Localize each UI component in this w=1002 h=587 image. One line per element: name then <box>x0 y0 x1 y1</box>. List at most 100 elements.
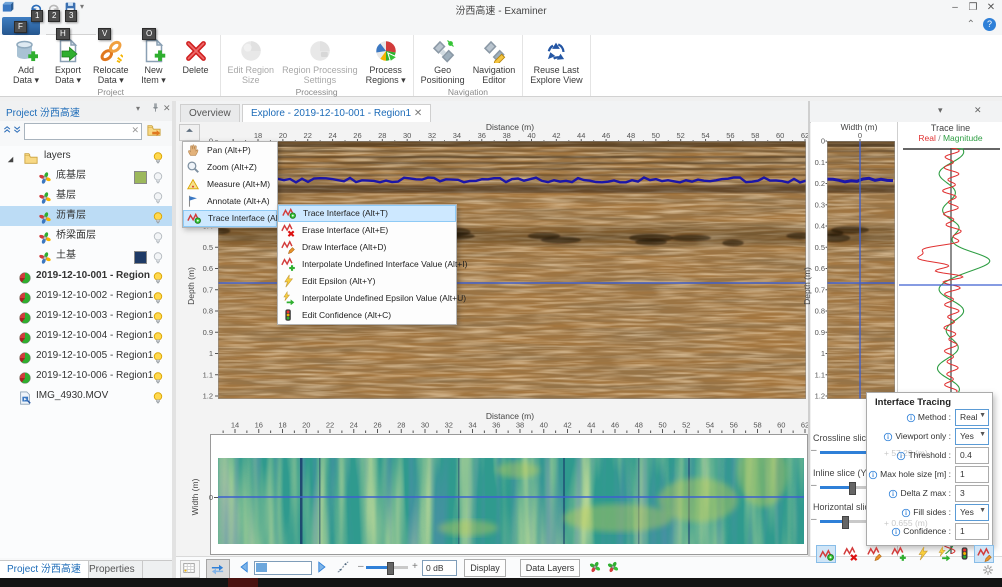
view-menu-anchor[interactable] <box>179 124 200 141</box>
sidebar-splitter[interactable] <box>172 101 176 578</box>
slider-decrease[interactable]: – <box>811 445 817 456</box>
menu-item-draw-interface-alt-d[interactable]: Draw Interface (Alt+D) <box>278 239 456 256</box>
swap-view-button[interactable] <box>206 559 230 579</box>
panel-close-icon[interactable]: ✕ <box>163 103 171 114</box>
gain-increase[interactable]: + <box>412 561 418 572</box>
bulb-off-icon[interactable] <box>151 251 165 265</box>
menu-item-edit-epsilon-alt-y[interactable]: Edit Epsilon (Alt+Y) <box>278 273 456 290</box>
crossline-canvas[interactable] <box>827 141 895 399</box>
bulb-on-icon[interactable] <box>151 291 165 305</box>
open-folder-icon[interactable] <box>147 123 161 137</box>
tree-item-2019-12-10-001-region[interactable]: 2019-12-10-001 - Region <box>0 266 172 286</box>
tool-confidence-button[interactable] <box>955 545 975 563</box>
gain-curve-icon[interactable] <box>336 560 350 574</box>
bulb-on-icon[interactable] <box>151 271 165 285</box>
data-layers-button[interactable]: Data Layers <box>520 559 580 577</box>
menu-item-measure-alt-m[interactable]: Measure (Alt+M) <box>183 176 277 193</box>
tree-item-基层[interactable]: 基层 <box>0 186 172 206</box>
color-swatch[interactable] <box>134 251 147 264</box>
tool-epsilon-interpolate-button[interactable] <box>934 545 954 563</box>
visibility-bulb[interactable] <box>151 389 165 409</box>
tab-overview[interactable]: Overview <box>180 104 240 123</box>
it-input-delta-z-max[interactable]: 3 <box>955 485 989 502</box>
pin-icon[interactable] <box>150 102 161 113</box>
tree-item-2019-12-10-004-region1[interactable]: 2019-12-10-004 - Region1 <box>0 326 172 346</box>
new-item-button[interactable]: NewItem ▾ <box>133 36 175 86</box>
arrow-right-icon[interactable] <box>314 560 328 574</box>
layer-pinwheel-icon[interactable] <box>606 560 620 574</box>
gain-decrease[interactable]: – <box>358 561 364 572</box>
export-data-button[interactable]: ExportData ▾ <box>47 36 89 86</box>
scrollbar-thumb[interactable] <box>256 563 267 572</box>
slider-decrease[interactable]: – <box>811 514 817 525</box>
bulb-on-icon[interactable] <box>151 391 165 405</box>
geo-positioning-button[interactable]: GeoPositioning <box>417 36 469 86</box>
clear-search-icon[interactable]: ✕ <box>131 125 139 136</box>
menu-item-edit-confidence-alt-c[interactable]: Edit Confidence (Alt+C) <box>278 307 456 324</box>
add-data-button[interactable]: AddData ▾ <box>5 36 47 86</box>
tree-item-layers[interactable]: layers <box>0 146 172 166</box>
search-input[interactable]: ✕ <box>24 123 142 140</box>
menu-item-pan-alt-p[interactable]: Pan (Alt+P) <box>183 142 277 159</box>
tab-explore[interactable]: Explore - 2019-12-10-001 - Region1 ✕ <box>242 104 431 123</box>
caret-expanded-icon[interactable] <box>5 154 16 165</box>
bulb-off-icon[interactable] <box>151 191 165 205</box>
tool-trace-draw-button[interactable] <box>865 545 885 563</box>
menu-item-interpolate-undefined-epsilon-value-alt-u[interactable]: Interpolate Undefined Epsilon Value (Alt… <box>278 290 456 307</box>
bulb-on-icon[interactable] <box>151 311 165 325</box>
layer-toggle-b-icon[interactable] <box>606 560 620 574</box>
it-input-confidence[interactable]: 1 <box>955 523 989 540</box>
scroll-right-button[interactable] <box>314 560 328 574</box>
dropdown-arrow-icon[interactable]: ▼ <box>979 431 986 438</box>
chev-down2-icon[interactable] <box>13 124 24 135</box>
delete-button[interactable]: Delete <box>175 36 217 86</box>
gain-db-input[interactable]: 0 dB <box>422 560 457 576</box>
viewgroup-close-icon[interactable]: ✕ <box>974 105 982 116</box>
grid-select-button[interactable] <box>180 560 200 578</box>
tree-item-桥梁面层[interactable]: 桥梁面层 <box>0 226 172 246</box>
settings-gear-icon[interactable] <box>982 564 994 576</box>
expand-all-icon[interactable] <box>13 124 24 135</box>
menu-item-zoom-alt-z[interactable]: Zoom (Alt+Z) <box>183 159 277 176</box>
bulb-off-icon[interactable] <box>151 171 165 185</box>
tree-item-2019-12-10-002-region1[interactable]: 2019-12-10-002 - Region1 <box>0 286 172 306</box>
gain-slider-handle[interactable] <box>387 562 394 575</box>
tool-trace-draw-button[interactable] <box>974 545 994 563</box>
arrow-left-icon[interactable] <box>238 560 252 574</box>
process-regions-button[interactable]: ProcessRegions ▾ <box>362 36 410 86</box>
scroll-left-button[interactable] <box>238 560 252 574</box>
tab-project[interactable]: Project 汾西高速 <box>0 561 89 578</box>
bulb-on-icon[interactable] <box>151 151 165 165</box>
bulb-on-icon[interactable] <box>151 211 165 225</box>
layer-pinwheel-icon[interactable] <box>588 560 602 574</box>
bulb-on-icon[interactable] <box>151 371 165 385</box>
menu-item-interpolate-undefined-interface-value-alt-i[interactable]: Interpolate Undefined Interface Value (A… <box>278 256 456 273</box>
tree-item-沥青层[interactable]: 沥青层 <box>0 206 172 226</box>
slider-decrease[interactable]: – <box>811 480 817 491</box>
tree-item-底基层[interactable]: 底基层 <box>0 166 172 186</box>
menu-item-trace-interface-alt-t[interactable]: Trace Interface (Alt+T) <box>278 205 456 222</box>
it-select-viewport-only[interactable]: Yes▼ <box>955 428 989 445</box>
bulb-on-icon[interactable] <box>151 351 165 365</box>
tool-trace-erase-button[interactable] <box>841 545 861 563</box>
help-icon[interactable]: ? <box>983 18 996 31</box>
gear-icon[interactable] <box>982 564 994 576</box>
bulb-off-icon[interactable] <box>151 231 165 245</box>
color-swatch[interactable] <box>134 171 147 184</box>
tree-item-2019-12-10-005-region1[interactable]: 2019-12-10-005 - Region1 <box>0 346 172 366</box>
relocate-data-button[interactable]: RelocateData ▾ <box>89 36 133 86</box>
tree-item-2019-12-10-006-region1[interactable]: 2019-12-10-006 - Region1 <box>0 366 172 386</box>
it-select-fill-sides[interactable]: Yes▼ <box>955 504 989 521</box>
menu-item-annotate-alt-a[interactable]: Annotate (Alt+A) <box>183 193 277 210</box>
tool-epsilon-button[interactable] <box>913 545 933 563</box>
collapse-ribbon-icon[interactable]: ⌃ <box>967 19 975 30</box>
it-input-threshold[interactable]: 0.4 <box>955 447 989 464</box>
tab-properties[interactable]: Properties <box>82 561 143 578</box>
position-scrollbar[interactable] <box>254 561 312 575</box>
slider-handle-horizontal-slice-z[interactable] <box>842 516 849 529</box>
it-input-max-hole-size-m[interactable]: 1 <box>955 466 989 483</box>
menu-item-erase-interface-alt-e[interactable]: Erase Interface (Alt+E) <box>278 222 456 239</box>
navigation-editor-button[interactable]: NavigationEditor <box>469 36 520 86</box>
close-button[interactable]: ✕ <box>984 1 998 14</box>
bulb-on-icon[interactable] <box>151 331 165 345</box>
